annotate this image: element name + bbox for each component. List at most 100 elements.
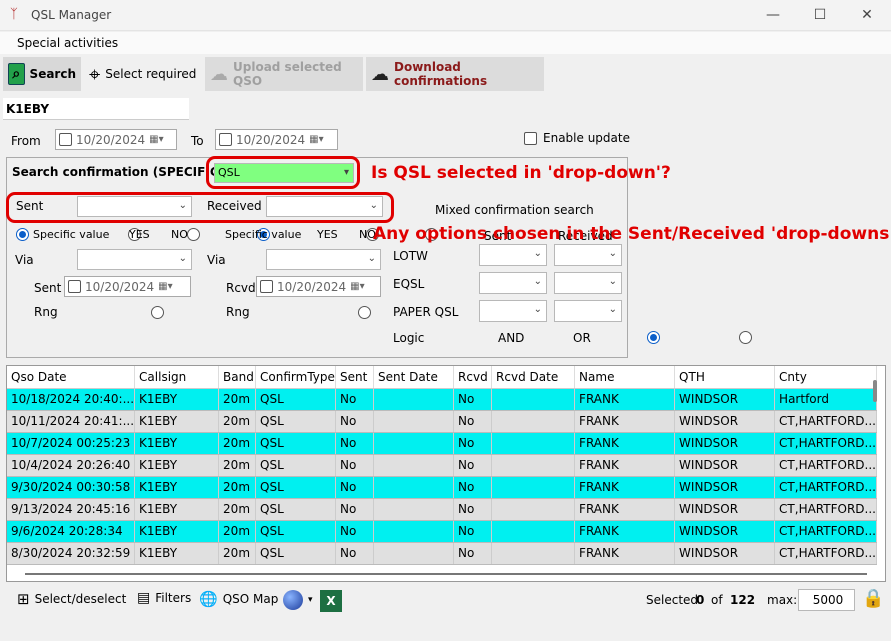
select-required-button[interactable]: ⌖ Select required [84,57,202,91]
column-header[interactable]: Sent [335,366,375,389]
dropdown-arrow-icon: ▾ [308,595,313,605]
minimize-button[interactable]: — [764,6,782,24]
table-cell: 20m [218,454,257,477]
sent-specific-radio[interactable] [16,228,29,241]
table-cell: WINDSOR [674,388,776,411]
excel-export-button[interactable]: X [320,590,342,612]
maximize-button[interactable]: ☐ [811,6,829,24]
paper-received-dropdown[interactable]: ⌄ [554,300,622,322]
chevron-down-icon: ⌄ [533,276,542,287]
cloud-download-icon: ☁ [371,63,389,85]
table-cell: No [335,520,375,543]
table-row[interactable]: 8/30/2024 20:32:59 K1EBY 20m QSL No No FRANK WI… [7,542,877,565]
filters-button[interactable]: ▤ Filters [137,590,191,606]
eqsl-sent-dropdown[interactable]: ⌄ [479,272,547,294]
sent-via-dropdown[interactable]: ⌄ [77,249,192,270]
table-cell: No [335,476,375,499]
table-cell: 9/6/2024 20:28:34 [7,520,136,543]
table-cell: 20m [218,498,257,521]
table-row[interactable]: 10/4/2024 20:26:40 K1EBY 20m QSL No No FRANK WI… [7,454,877,477]
to-date-picker[interactable]: 10/20/2024 ▦▾ [215,129,338,150]
rcvd-date-picker[interactable]: 10/20/2024 ▦▾ [256,276,381,297]
annotation-box-sent-received [6,192,394,223]
table-cell: 20m [218,432,257,455]
table-row[interactable]: 10/7/2024 00:25:23 K1EBY 20m QSL No No FRANK WI… [7,432,877,455]
rcvd-date-checkbox[interactable] [260,280,273,293]
chevron-down-icon: ⌄ [367,253,376,264]
upload-label: Upload selected QSO [233,60,342,88]
enable-update-checkbox[interactable] [524,132,537,145]
vertical-scrollbar[interactable] [873,380,877,402]
table-row[interactable]: 10/11/2024 20:41:... K1EBY 20m QSL No No FRANK… [7,410,877,433]
column-header[interactable]: Band [218,366,257,389]
column-header[interactable]: Rcvd [453,366,493,389]
from-date-picker[interactable]: 10/20/2024 ▦▾ [55,129,177,150]
horizontal-scrollbar[interactable] [25,573,867,575]
table-cell: CT,HARTFORD... [774,498,877,521]
table-cell: K1EBY [134,498,220,521]
lotw-received-dropdown[interactable]: ⌄ [554,244,622,266]
table-cell: 20m [218,410,257,433]
to-date-value: 10/20/2024 [236,132,306,147]
table-cell [373,454,455,477]
menu-special-activities[interactable]: Special activities [17,36,118,50]
table-cell: QSL [255,454,337,477]
calendar-icon: ▦▾ [149,134,164,145]
sent-date-picker[interactable]: 10/20/2024 ▦▾ [64,276,191,297]
logic-or-radio[interactable] [739,331,753,344]
logic-label: Logic [393,331,425,345]
from-date-checkbox[interactable] [59,133,72,146]
qso-map-button[interactable]: 🌐 QSO Map [199,590,278,608]
table-cell: No [453,388,493,411]
sent-via-label: Via [15,253,34,267]
column-header[interactable]: QTH [674,366,776,389]
chevron-down-icon: ⌄ [608,248,617,259]
download-button[interactable]: ☁ Download confirmations [366,57,544,91]
table-cell: QSL [255,432,337,455]
column-header[interactable]: Rcvd Date [491,366,576,389]
table-cell: 8/30/2024 20:32:59 [7,542,136,565]
to-date-checkbox[interactable] [219,133,232,146]
table-cell: K1EBY [134,476,220,499]
table-row[interactable]: 9/30/2024 00:30:58 K1EBY 20m QSL No No FRANK WI… [7,476,877,499]
table-row[interactable]: 9/6/2024 20:28:34 K1EBY 20m QSL No No FRANK WIN… [7,520,877,543]
received-via-dropdown[interactable]: ⌄ [266,249,381,270]
logic-and-radio[interactable] [647,331,661,344]
upload-button[interactable]: ☁ Upload selected QSO [205,57,363,91]
callsign-input[interactable] [3,98,189,120]
search-button[interactable]: ⌕ Search [3,57,81,91]
column-header[interactable]: Callsign [134,366,220,389]
sent-date-checkbox[interactable] [68,280,81,293]
column-header[interactable]: ConfirmType [255,366,337,389]
sent-range-label: Rng [34,305,58,319]
select-deselect-button[interactable]: ⊞ Select/deselect [17,590,126,608]
lotw-sent-dropdown[interactable]: ⌄ [479,244,547,266]
table-cell: WINDSOR [674,410,776,433]
table-cell: No [335,410,375,433]
lock-icon[interactable]: 🔒 [862,588,884,609]
rcvd-range-label: Rng [226,305,250,319]
max-input[interactable] [798,589,855,611]
column-header[interactable]: Name [574,366,676,389]
column-header[interactable]: Qso Date [7,366,136,389]
column-header[interactable]: Cnty [774,366,877,389]
table-cell: FRANK [574,542,676,565]
window-title: QSL Manager [31,8,112,22]
column-header[interactable]: Sent Date [373,366,455,389]
table-cell [491,520,576,543]
google-earth-button[interactable]: ▾ [283,590,313,610]
table-cell [491,454,576,477]
eqsl-received-dropdown[interactable]: ⌄ [554,272,622,294]
cloud-upload-icon: ☁ [210,63,228,85]
table-cell: FRANK [574,454,676,477]
table-cell: WINDSOR [674,542,776,565]
table-row[interactable]: 9/13/2024 20:45:16 K1EBY 20m QSL No No FRANK WI… [7,498,877,521]
qso-map-label: QSO Map [222,592,279,606]
sent-no-radio[interactable] [186,228,200,241]
paper-sent-dropdown[interactable]: ⌄ [479,300,547,322]
from-date-value: 10/20/2024 [76,132,146,147]
sent-yes-label: YES [129,228,150,241]
close-button[interactable]: ✕ [858,6,876,24]
sent-range-radio[interactable] [150,306,164,319]
table-row[interactable]: 10/18/2024 20:40:... K1EBY 20m QSL No No FRANK… [7,388,877,411]
